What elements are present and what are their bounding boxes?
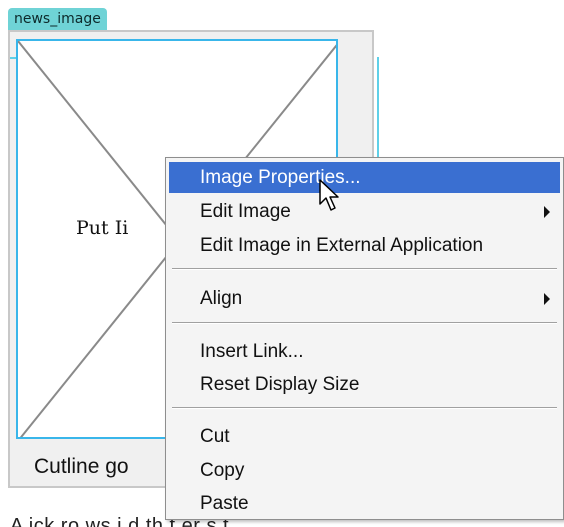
menu-item-label: Reset Display Size [200,374,360,395]
menu-separator [172,322,557,324]
submenu-arrow-icon [544,206,550,218]
menu-separator [172,407,557,409]
menu-item-align[interactable]: Align [169,283,560,314]
frame-guide-right [377,57,379,157]
menu-item-reset-display-size[interactable]: Reset Display Size [169,369,560,400]
menu-separator [172,268,557,270]
context-menu: Image Properties... Edit Image Edit Imag… [165,157,564,520]
cutline-text[interactable]: Cutline go [34,455,129,479]
menu-item-label: Paste [200,493,249,514]
menu-item-label: Insert Link... [200,341,304,362]
placeholder-text: Put Ii [76,217,129,239]
menu-item-cut[interactable]: Cut [169,421,560,452]
menu-item-label: Edit Image in External Application [200,235,484,256]
menu-item-insert-link[interactable]: Insert Link... [169,336,560,367]
region-tag[interactable]: news_image [8,8,107,30]
menu-item-label: Align [200,288,243,309]
menu-item-label: Copy [200,460,245,481]
menu-item-copy[interactable]: Copy [169,455,560,486]
arrow-pointer-icon [319,179,339,211]
menu-item-edit-image[interactable]: Edit Image [169,196,560,227]
menu-item-paste[interactable]: Paste [169,488,560,519]
menu-item-label: Edit Image [200,201,291,222]
menu-item-label: Cut [200,426,230,447]
submenu-arrow-icon [544,293,550,305]
menu-item-image-properties[interactable]: Image Properties... [169,162,560,193]
menu-item-edit-external[interactable]: Edit Image in External Application [169,230,560,261]
